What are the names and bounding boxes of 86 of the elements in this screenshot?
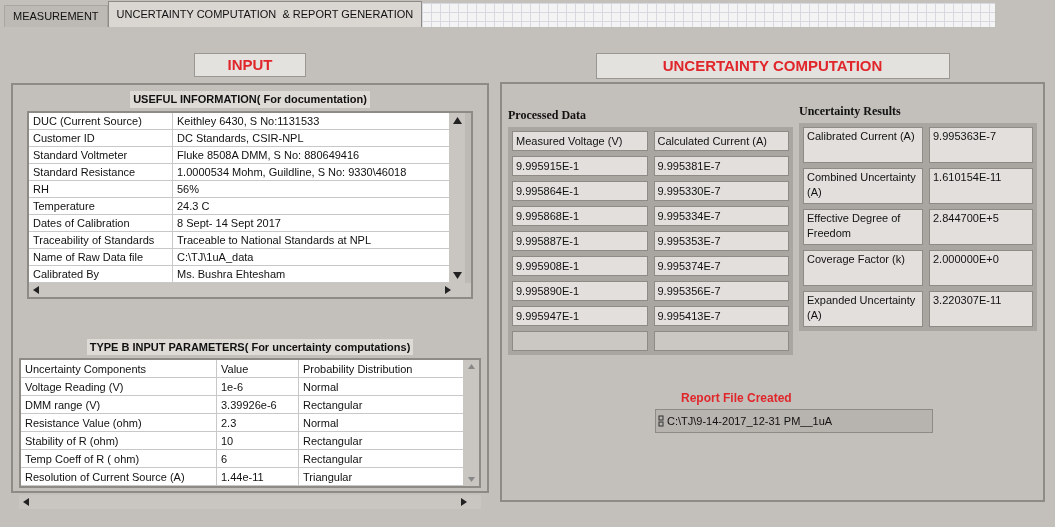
tab[interactable]: MEASUREMENT [4, 5, 108, 27]
table-cell-text: Normal [302, 416, 340, 431]
field-label: Coverage Factor (k) [803, 250, 923, 286]
table-cell-text: 24.3 C [176, 198, 211, 214]
section-title: UNCERTAINTY COMPUTATION [595, 53, 950, 79]
output-field: 9.995381E-7 [653, 156, 789, 176]
table-cell-text: 1.0000534 Mohm, Guildline, S No: 9330\46018 [176, 164, 408, 180]
table-cell: RH [29, 180, 173, 197]
table-cell-text: Rectangular [302, 452, 364, 467]
output-field: 9.995887E-1 [512, 231, 648, 251]
table-title: Uncertainty Results [799, 104, 902, 120]
table-cell: Voltage Reading (V) [21, 378, 217, 395]
section-title: INPUT [194, 53, 306, 77]
output-field: 9.995356E-7 [653, 281, 789, 301]
tab[interactable]: UNCERTAINTY COMPUTATION & REPORT GENERATION [107, 1, 423, 27]
table-cell: 10 [217, 432, 299, 449]
scroll-left-icon[interactable] [33, 285, 39, 294]
scroll-up-icon[interactable] [452, 116, 462, 124]
column-header: Calculated Current (A) [653, 131, 789, 151]
table-cell: Resistance Value (ohm) [21, 414, 217, 431]
table-title: USEFUL INFORMATION( For documentation) [130, 91, 370, 108]
scroll-right-icon[interactable] [461, 498, 467, 506]
table-cell: Temperature [29, 197, 173, 214]
field-label: Calibrated Current (A) [803, 127, 923, 163]
field-label: Effective Degree of Freedom [803, 209, 923, 245]
table-cell: Dates of Calibration [29, 214, 173, 231]
table-cell: DUC (Current Source) [29, 112, 173, 129]
output-field: 9.995947E-1 [512, 306, 648, 326]
table-cell-text: Rectangular [302, 398, 364, 413]
table-title: Processed Data [508, 107, 588, 124]
horizontal-scrollbar[interactable] [19, 495, 481, 509]
table-cell-text: Normal [302, 380, 340, 395]
output-field: 9.995890E-1 [512, 281, 648, 301]
column-header: Probability Distribution [302, 362, 414, 377]
output-field: 2.844700E+5 [929, 209, 1033, 245]
table-cell-text: Traceable to National Standards at NPL [176, 232, 373, 248]
column-header: Uncertainty Components [21, 360, 217, 377]
output-field: 9.995864E-1 [512, 181, 648, 201]
output-field: 9.995330E-7 [653, 181, 789, 201]
scroll-right-icon[interactable] [445, 285, 451, 294]
table-cell-text: Fluke 8508A DMM, S No: 880649416 [176, 147, 361, 163]
table-cell-text: Ms. Bushra Ehtesham [176, 266, 287, 282]
table-cell: DMM range (V) [21, 396, 217, 413]
file-path: C:\TJ\9-14-2017_12-31 PM__1uA [667, 413, 833, 429]
table-cell: 2.3 [217, 414, 299, 431]
vertical-scrollbar[interactable] [449, 112, 465, 283]
table-cell: Temp Coeff of R ( ohm) [21, 450, 217, 467]
table-cell-text: Rectangular [302, 434, 364, 449]
table-cell: Name of Raw Data file [29, 248, 173, 265]
output-field: 9.995915E-1 [512, 156, 648, 176]
table-cell-text: C:\TJ\1uA_data [176, 249, 255, 265]
output-field: 9.995413E-7 [653, 306, 789, 326]
output-field: 9.995363E-7 [929, 127, 1033, 163]
table-cell-text: 8 Sept- 14 Sept 2017 [176, 215, 282, 231]
table-cell: 3.39926e-6 [217, 396, 299, 413]
path-icon [658, 415, 665, 427]
table-cell: Customer ID [29, 129, 173, 146]
table-cell: Resolution of Current Source (A) [21, 468, 217, 485]
table-cell: Traceability of Standards [29, 231, 173, 248]
table-cell: Standard Resistance [29, 163, 173, 180]
field-label: Expanded Uncertainty (A) [803, 291, 923, 327]
table-cell: 6 [217, 450, 299, 467]
output-field: 9.995908E-1 [512, 256, 648, 276]
scroll-down-icon[interactable] [452, 271, 462, 279]
table-cell: Calibrated By [29, 265, 173, 282]
output-field: 9.995868E-1 [512, 206, 648, 226]
table-cell-text: Keithley 6430, S No:1131533 [176, 113, 321, 129]
column-header: Value [217, 360, 299, 377]
table-cell: 1.44e-11 [217, 468, 299, 485]
output-field: 2.000000E+0 [929, 250, 1033, 286]
table-cell: Stability of R (ohm) [21, 432, 217, 449]
output-field: 9.995374E-7 [653, 256, 789, 276]
table-cell-text: DC Standards, CSIR-NPL [176, 130, 305, 146]
table-cell: Standard Voltmeter [29, 146, 173, 163]
table-cell: 1e-6 [217, 378, 299, 395]
table-cell-text: Triangular [302, 470, 354, 485]
field-label: Report File Created [681, 390, 792, 407]
table-cell-text: 56% [176, 181, 201, 197]
output-field: 9.995334E-7 [653, 206, 789, 226]
output-field: 3.220307E-11 [929, 291, 1033, 327]
field-label: Combined Uncertainty (A) [803, 168, 923, 204]
table-title: TYPE B INPUT PARAMETERS( For uncertainty computations) [86, 338, 414, 355]
output-field: 9.995353E-7 [653, 231, 789, 251]
column-header: Measured Voltage (V) [512, 131, 648, 151]
output-field: 1.610154E-11 [929, 168, 1033, 204]
scroll-left-icon[interactable] [23, 498, 29, 506]
